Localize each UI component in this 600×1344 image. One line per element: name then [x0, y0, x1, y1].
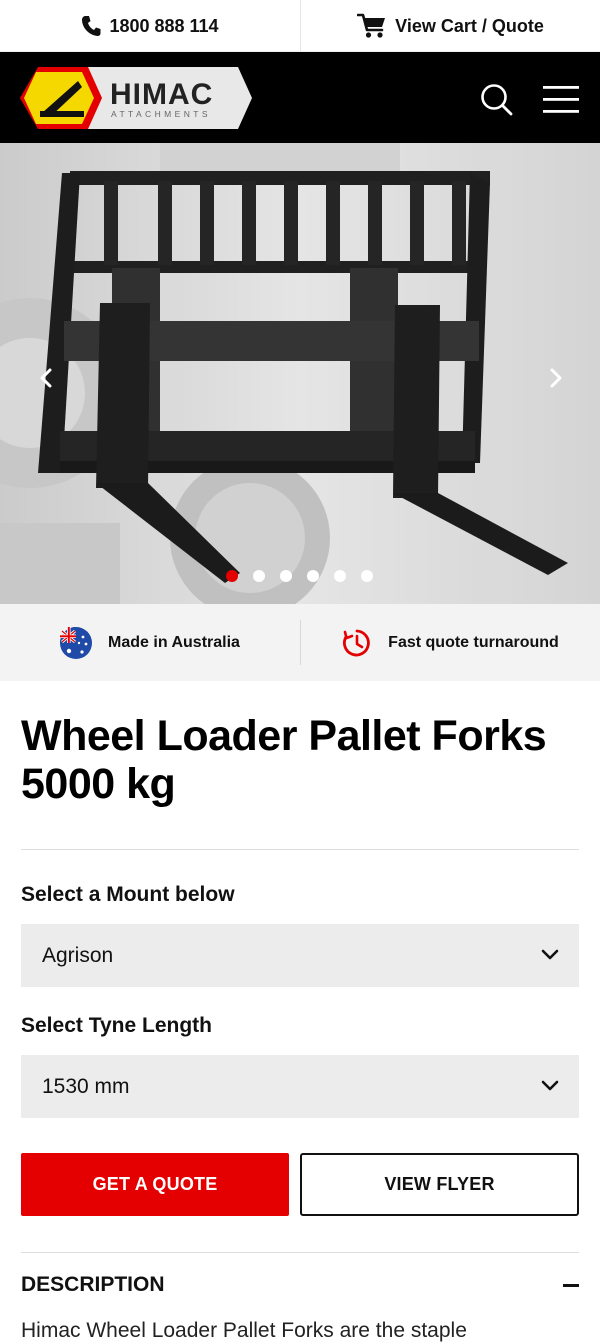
product-image-carousel[interactable]: [0, 143, 600, 604]
site-header: HIMAC ATTACHMENTS: [0, 52, 600, 143]
himac-logo[interactable]: HIMAC ATTACHMENTS: [20, 67, 252, 129]
mount-selected-value: Agrison: [42, 943, 114, 967]
divider: [21, 1252, 579, 1253]
feature-strip: Made in Australia Fast quote turnaround: [0, 604, 600, 681]
cart-label: View Cart / Quote: [395, 15, 544, 36]
product-title: Wheel Loader Pallet Forks 5000 kg: [21, 712, 581, 808]
chevron-down-icon: [541, 1080, 559, 1091]
chevron-down-icon: [541, 949, 559, 960]
view-flyer-button[interactable]: VIEW FLYER: [300, 1153, 579, 1216]
phone-number: 1800 888 114: [109, 15, 219, 36]
phone-icon: [82, 16, 101, 36]
collapse-icon[interactable]: [563, 1284, 579, 1287]
feature-made-in-australia: Made in Australia: [0, 604, 300, 681]
search-icon[interactable]: [476, 80, 516, 120]
tyne-selected-value: 1530 mm: [42, 1074, 130, 1098]
cart-icon: [357, 13, 386, 38]
utility-bar: 1800 888 114 View Cart / Quote: [0, 0, 600, 52]
get-a-quote-button[interactable]: GET A QUOTE: [21, 1153, 289, 1216]
carousel-pagination: [0, 570, 600, 582]
tyne-length-label: Select Tyne Length: [21, 1014, 212, 1037]
description-heading[interactable]: DESCRIPTION: [21, 1273, 165, 1297]
cart-link[interactable]: View Cart / Quote: [300, 0, 600, 52]
phone-link[interactable]: 1800 888 114: [0, 0, 300, 52]
description-text: Himac Wheel Loader Pallet Forks are the …: [21, 1319, 467, 1342]
pallet-forks-image: [0, 143, 600, 604]
carousel-dot[interactable]: [226, 570, 238, 582]
carousel-dot[interactable]: [253, 570, 265, 582]
timer-icon: [343, 629, 370, 656]
mount-select[interactable]: Agrison: [21, 924, 579, 987]
product-title-line-1: Wheel Loader Pallet Forks: [21, 712, 547, 760]
hamburger-menu-icon[interactable]: [540, 80, 580, 120]
feature-label: Made in Australia: [108, 633, 240, 651]
divider: [21, 849, 579, 850]
tyne-length-select[interactable]: 1530 mm: [21, 1055, 579, 1118]
logo-subtext: ATTACHMENTS: [111, 109, 211, 119]
carousel-dot[interactable]: [334, 570, 346, 582]
feature-label: Fast quote turnaround: [388, 633, 559, 651]
logo-wordmark: HIMAC: [110, 78, 213, 111]
mount-label: Select a Mount below: [21, 883, 235, 906]
carousel-dot[interactable]: [280, 570, 292, 582]
feature-fast-quote: Fast quote turnaround: [300, 620, 600, 665]
next-slide-icon[interactable]: [540, 363, 570, 393]
carousel-dot[interactable]: [307, 570, 319, 582]
previous-slide-icon[interactable]: [32, 363, 62, 393]
australia-flag-icon: [60, 626, 93, 659]
carousel-dot[interactable]: [361, 570, 373, 582]
product-title-line-2: 5000 kg: [21, 760, 176, 808]
